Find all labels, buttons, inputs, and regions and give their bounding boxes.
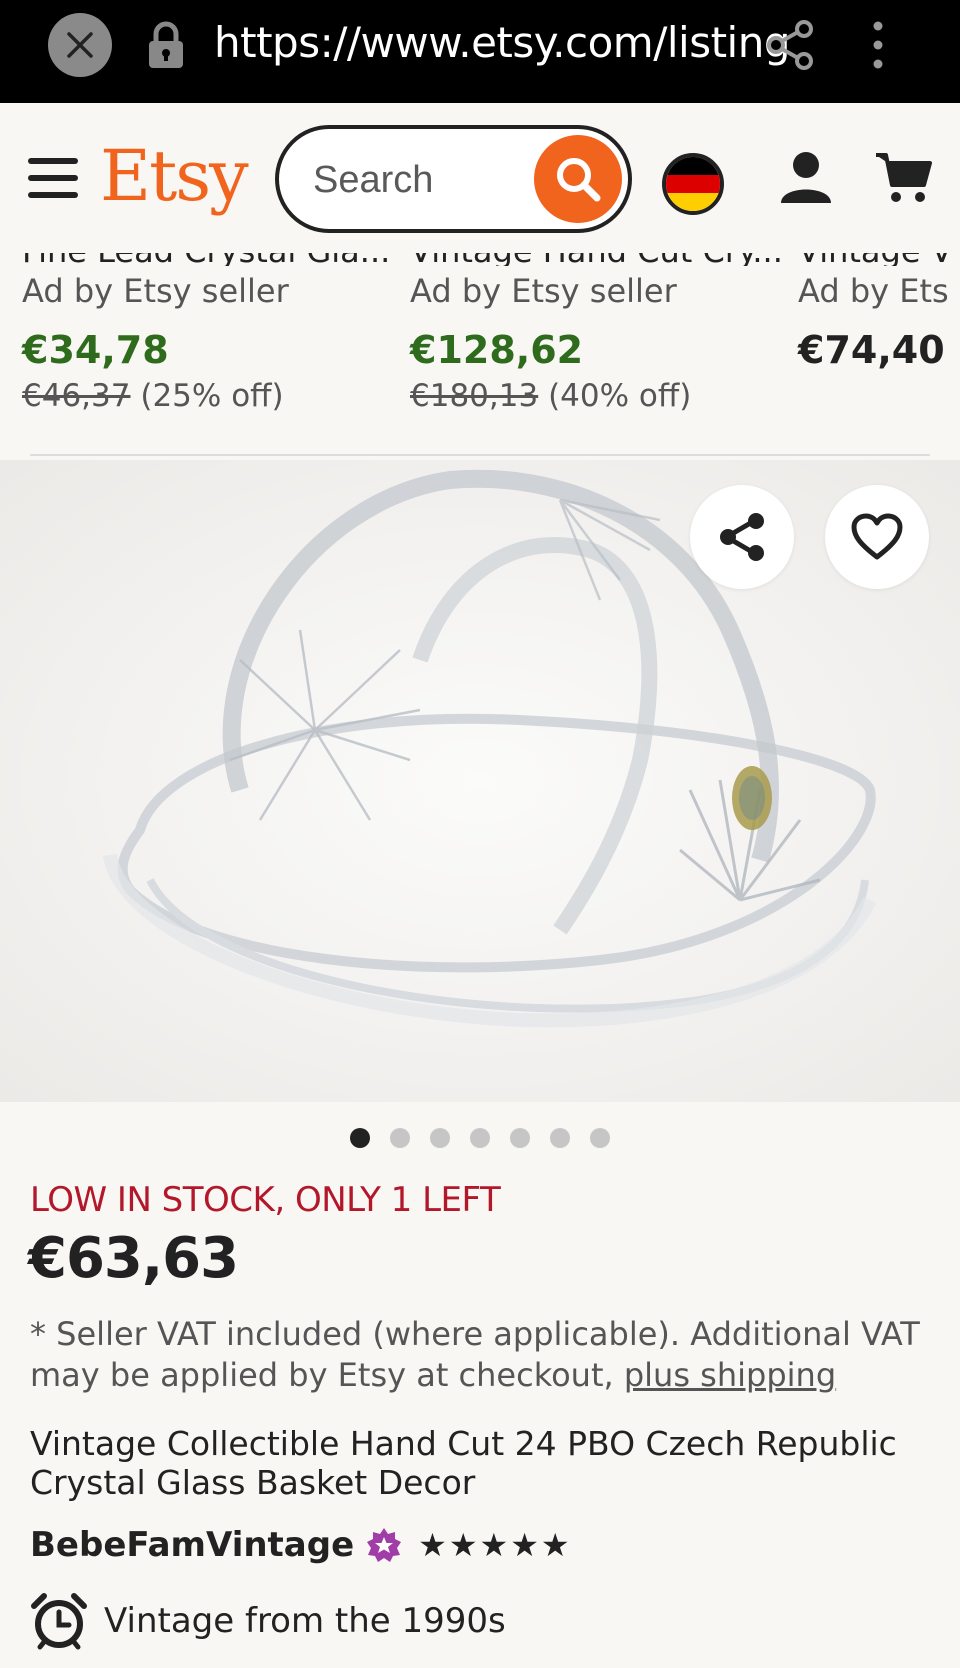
carousel-dot[interactable] xyxy=(590,1128,610,1148)
site-header: Etsy Search xyxy=(0,103,960,253)
carousel-dot[interactable] xyxy=(550,1128,570,1148)
carousel-dot[interactable] xyxy=(350,1128,370,1148)
user-icon[interactable] xyxy=(778,149,834,205)
image-carousel-dots xyxy=(0,1128,960,1152)
heart-icon xyxy=(851,513,903,560)
ad-price: €74,40 xyxy=(798,328,945,372)
vintage-text: Vintage from the 1990s xyxy=(104,1601,506,1641)
vintage-info: Vintage from the 1990s xyxy=(30,1592,506,1650)
ad-strikethrough-price: €46,37 xyxy=(22,378,131,414)
hamburger-icon[interactable] xyxy=(28,158,80,198)
etsy-logo[interactable]: Etsy xyxy=(100,135,249,217)
ad-card[interactable]: Vintage V Ad by Ets €74,40 xyxy=(798,240,960,372)
ad-card[interactable]: Fine Lead Crystal Gla... Ad by Etsy sell… xyxy=(22,240,392,414)
stock-notice: LOW IN STOCK, ONLY 1 LEFT xyxy=(30,1180,501,1220)
url-field[interactable]: https://www.etsy.com/listing xyxy=(214,18,791,67)
germany-flag-icon[interactable] xyxy=(662,153,724,215)
vat-note: * Seller VAT included (where applicable)… xyxy=(30,1314,940,1396)
sponsored-listings-strip: Fine Lead Crystal Gla... Ad by Etsy sell… xyxy=(0,240,960,460)
alarm-clock-icon xyxy=(31,1593,87,1650)
product-image[interactable] xyxy=(0,460,960,1102)
search-button[interactable] xyxy=(534,135,622,223)
ad-original-price: €46,37 (25% off) xyxy=(22,378,392,414)
favorite-button[interactable] xyxy=(825,485,929,589)
carousel-dot[interactable] xyxy=(510,1128,530,1148)
share-icon xyxy=(720,513,764,561)
crystal-basket-image xyxy=(0,460,960,1102)
ad-seller: Ad by Etsy seller xyxy=(410,272,677,310)
share-button[interactable] xyxy=(690,485,794,589)
ad-discount: (40% off) xyxy=(548,378,692,414)
product-title: Vintage Collectible Hand Cut 24 PBO Czec… xyxy=(30,1424,897,1502)
cart-icon[interactable] xyxy=(874,149,932,207)
product-price: €63,63 xyxy=(28,1226,239,1291)
ad-seller: Ad by Ets xyxy=(798,272,949,310)
star-seller-badge-icon[interactable] xyxy=(366,1527,402,1563)
ad-original-price: €180,13 (40% off) xyxy=(410,378,780,414)
rating-stars[interactable]: ★★★★★ xyxy=(418,1526,571,1564)
browser-toolbar: https://www.etsy.com/listing xyxy=(0,0,960,103)
ad-strikethrough-price: €180,13 xyxy=(410,378,539,414)
carousel-dot[interactable] xyxy=(430,1128,450,1148)
close-icon xyxy=(67,32,93,58)
more-vertical-icon[interactable] xyxy=(866,20,890,70)
ad-price: €128,62 xyxy=(410,328,584,372)
carousel-dot[interactable] xyxy=(390,1128,410,1148)
divider xyxy=(30,454,930,456)
carousel-dot[interactable] xyxy=(470,1128,490,1148)
close-tab-button[interactable] xyxy=(48,13,112,77)
shop-name-link[interactable]: BebeFamVintage xyxy=(30,1525,354,1565)
shop-info: BebeFamVintage ★★★★★ xyxy=(30,1520,572,1570)
search-input[interactable]: Search xyxy=(275,125,632,233)
ad-discount: (25% off) xyxy=(140,378,284,414)
ad-seller: Ad by Etsy seller xyxy=(22,272,289,310)
ad-card[interactable]: Vintage Hand Cut Cry... Ad by Etsy selle… xyxy=(410,240,780,414)
lock-icon xyxy=(149,21,183,68)
share-icon[interactable] xyxy=(766,20,814,70)
ad-price: €34,78 xyxy=(22,328,169,372)
search-icon xyxy=(557,158,601,202)
search-placeholder: Search xyxy=(313,159,434,201)
shipping-link[interactable]: plus shipping xyxy=(624,1356,836,1394)
